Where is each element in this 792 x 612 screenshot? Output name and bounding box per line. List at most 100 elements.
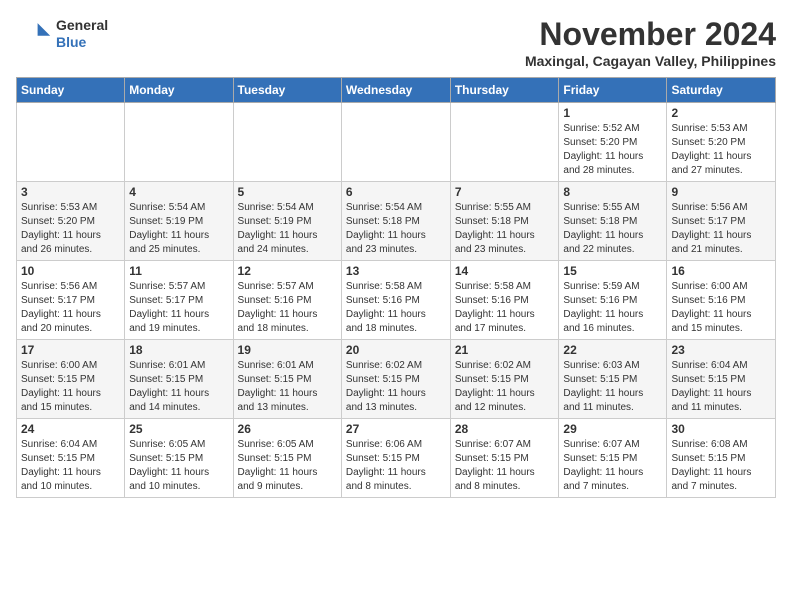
day-number: 20 <box>346 343 446 357</box>
day-number: 10 <box>21 264 120 278</box>
calendar-cell <box>125 103 233 182</box>
calendar-header-row: SundayMondayTuesdayWednesdayThursdayFrid… <box>17 78 776 103</box>
day-info: Sunrise: 6:02 AM Sunset: 5:15 PM Dayligh… <box>346 359 446 415</box>
day-info: Sunrise: 6:07 AM Sunset: 5:15 PM Dayligh… <box>455 438 555 494</box>
calendar-cell: 29 Sunrise: 6:07 AM Sunset: 5:15 PM Dayli… <box>559 419 667 498</box>
day-number: 23 <box>671 343 771 357</box>
day-info: Sunrise: 6:00 AM Sunset: 5:16 PM Dayligh… <box>671 280 771 336</box>
month-title: November 2024 <box>525 16 776 53</box>
calendar-week-row: 1 Sunrise: 5:52 AM Sunset: 5:20 PM Daylig… <box>17 103 776 182</box>
calendar-cell: 16 Sunrise: 6:00 AM Sunset: 5:16 PM Dayli… <box>667 261 776 340</box>
day-info: Sunrise: 6:00 AM Sunset: 5:15 PM Dayligh… <box>21 359 120 415</box>
day-number: 6 <box>346 185 446 199</box>
day-info: Sunrise: 6:04 AM Sunset: 5:15 PM Dayligh… <box>21 438 120 494</box>
day-number: 16 <box>671 264 771 278</box>
day-number: 30 <box>671 422 771 436</box>
calendar-cell <box>450 103 559 182</box>
calendar-cell: 25Sunrise: 6:05 AM Sunset: 5:15 PM Dayli… <box>125 419 233 498</box>
day-number: 8 <box>563 185 662 199</box>
day-number: 19 <box>238 343 337 357</box>
day-number: 5 <box>238 185 337 199</box>
calendar-cell <box>233 103 341 182</box>
calendar-cell: 28 Sunrise: 6:07 AM Sunset: 5:15 PM Dayli… <box>450 419 559 498</box>
day-number: 22 <box>563 343 662 357</box>
day-number: 7 <box>455 185 555 199</box>
day-number: 12 <box>238 264 337 278</box>
day-info: Sunrise: 6:05 AM Sunset: 5:15 PM Dayligh… <box>238 438 337 494</box>
day-info: Sunrise: 5:53 AM Sunset: 5:20 PM Dayligh… <box>21 201 120 257</box>
calendar-cell: 20 Sunrise: 6:02 AM Sunset: 5:15 PM Dayli… <box>341 340 450 419</box>
day-number: 13 <box>346 264 446 278</box>
calendar-cell <box>341 103 450 182</box>
calendar-cell: 9Sunrise: 5:56 AM Sunset: 5:17 PM Daylig… <box>667 182 776 261</box>
weekday-header-tuesday: Tuesday <box>233 78 341 103</box>
calendar-cell: 13 Sunrise: 5:58 AM Sunset: 5:16 PM Dayli… <box>341 261 450 340</box>
day-number: 27 <box>346 422 446 436</box>
calendar-cell: 7 Sunrise: 5:55 AM Sunset: 5:18 PM Daylig… <box>450 182 559 261</box>
calendar-cell: 17Sunrise: 6:00 AM Sunset: 5:15 PM Dayli… <box>17 340 125 419</box>
weekday-header-thursday: Thursday <box>450 78 559 103</box>
day-number: 26 <box>238 422 337 436</box>
calendar-cell: 10 Sunrise: 5:56 AM Sunset: 5:17 PM Dayli… <box>17 261 125 340</box>
logo-text: General Blue <box>56 17 108 51</box>
day-info: Sunrise: 6:03 AM Sunset: 5:15 PM Dayligh… <box>563 359 662 415</box>
calendar-cell: 8 Sunrise: 5:55 AM Sunset: 5:18 PM Daylig… <box>559 182 667 261</box>
day-info: Sunrise: 5:58 AM Sunset: 5:16 PM Dayligh… <box>455 280 555 336</box>
calendar-table: SundayMondayTuesdayWednesdayThursdayFrid… <box>16 77 776 498</box>
day-info: Sunrise: 6:05 AM Sunset: 5:15 PM Dayligh… <box>129 438 228 494</box>
day-info: Sunrise: 6:02 AM Sunset: 5:15 PM Dayligh… <box>455 359 555 415</box>
weekday-header-friday: Friday <box>559 78 667 103</box>
day-number: 21 <box>455 343 555 357</box>
calendar-cell: 3Sunrise: 5:53 AM Sunset: 5:20 PM Daylig… <box>17 182 125 261</box>
calendar-cell: 1 Sunrise: 5:52 AM Sunset: 5:20 PM Daylig… <box>559 103 667 182</box>
calendar-cell: 24 Sunrise: 6:04 AM Sunset: 5:15 PM Dayli… <box>17 419 125 498</box>
calendar-cell: 23 Sunrise: 6:04 AM Sunset: 5:15 PM Dayli… <box>667 340 776 419</box>
day-number: 24 <box>21 422 120 436</box>
day-number: 29 <box>563 422 662 436</box>
weekday-header-wednesday: Wednesday <box>341 78 450 103</box>
day-info: Sunrise: 6:06 AM Sunset: 5:15 PM Dayligh… <box>346 438 446 494</box>
day-info: Sunrise: 6:01 AM Sunset: 5:15 PM Dayligh… <box>129 359 228 415</box>
day-number: 4 <box>129 185 228 199</box>
weekday-header-monday: Monday <box>125 78 233 103</box>
day-info: Sunrise: 5:54 AM Sunset: 5:18 PM Dayligh… <box>346 201 446 257</box>
calendar-cell: 5 Sunrise: 5:54 AM Sunset: 5:19 PM Daylig… <box>233 182 341 261</box>
day-number: 15 <box>563 264 662 278</box>
day-info: Sunrise: 6:08 AM Sunset: 5:15 PM Dayligh… <box>671 438 771 494</box>
day-info: Sunrise: 6:04 AM Sunset: 5:15 PM Dayligh… <box>671 359 771 415</box>
logo-icon <box>16 16 52 52</box>
day-info: Sunrise: 5:58 AM Sunset: 5:16 PM Dayligh… <box>346 280 446 336</box>
day-number: 14 <box>455 264 555 278</box>
day-info: Sunrise: 5:54 AM Sunset: 5:19 PM Dayligh… <box>238 201 337 257</box>
day-info: Sunrise: 5:57 AM Sunset: 5:17 PM Dayligh… <box>129 280 228 336</box>
location-title: Maxingal, Cagayan Valley, Philippines <box>525 53 776 69</box>
calendar-cell: 14 Sunrise: 5:58 AM Sunset: 5:16 PM Dayli… <box>450 261 559 340</box>
calendar-cell: 30 Sunrise: 6:08 AM Sunset: 5:15 PM Dayli… <box>667 419 776 498</box>
day-info: Sunrise: 5:56 AM Sunset: 5:17 PM Dayligh… <box>21 280 120 336</box>
calendar-cell: 15 Sunrise: 5:59 AM Sunset: 5:16 PM Dayli… <box>559 261 667 340</box>
day-number: 1 <box>563 106 662 120</box>
calendar-cell: 21 Sunrise: 6:02 AM Sunset: 5:15 PM Dayli… <box>450 340 559 419</box>
day-info: Sunrise: 5:52 AM Sunset: 5:20 PM Dayligh… <box>563 122 662 178</box>
calendar-cell: 4Sunrise: 5:54 AM Sunset: 5:19 PM Daylig… <box>125 182 233 261</box>
calendar-week-row: 17Sunrise: 6:00 AM Sunset: 5:15 PM Dayli… <box>17 340 776 419</box>
day-info: Sunrise: 6:01 AM Sunset: 5:15 PM Dayligh… <box>238 359 337 415</box>
day-info: Sunrise: 5:53 AM Sunset: 5:20 PM Dayligh… <box>671 122 771 178</box>
day-info: Sunrise: 5:55 AM Sunset: 5:18 PM Dayligh… <box>563 201 662 257</box>
calendar-cell: 11 Sunrise: 5:57 AM Sunset: 5:17 PM Dayli… <box>125 261 233 340</box>
day-info: Sunrise: 5:55 AM Sunset: 5:18 PM Dayligh… <box>455 201 555 257</box>
calendar-cell: 22 Sunrise: 6:03 AM Sunset: 5:15 PM Dayli… <box>559 340 667 419</box>
day-number: 11 <box>129 264 228 278</box>
day-number: 9 <box>671 185 771 199</box>
day-info: Sunrise: 5:59 AM Sunset: 5:16 PM Dayligh… <box>563 280 662 336</box>
calendar-cell: 12 Sunrise: 5:57 AM Sunset: 5:16 PM Dayli… <box>233 261 341 340</box>
day-number: 28 <box>455 422 555 436</box>
calendar-cell: 2Sunrise: 5:53 AM Sunset: 5:20 PM Daylig… <box>667 103 776 182</box>
calendar-week-row: 10 Sunrise: 5:56 AM Sunset: 5:17 PM Dayli… <box>17 261 776 340</box>
logo: General Blue <box>16 16 108 52</box>
calendar-cell: 19 Sunrise: 6:01 AM Sunset: 5:15 PM Dayli… <box>233 340 341 419</box>
calendar-cell: 27 Sunrise: 6:06 AM Sunset: 5:15 PM Dayli… <box>341 419 450 498</box>
day-info: Sunrise: 5:57 AM Sunset: 5:16 PM Dayligh… <box>238 280 337 336</box>
day-info: Sunrise: 6:07 AM Sunset: 5:15 PM Dayligh… <box>563 438 662 494</box>
weekday-header-sunday: Sunday <box>17 78 125 103</box>
